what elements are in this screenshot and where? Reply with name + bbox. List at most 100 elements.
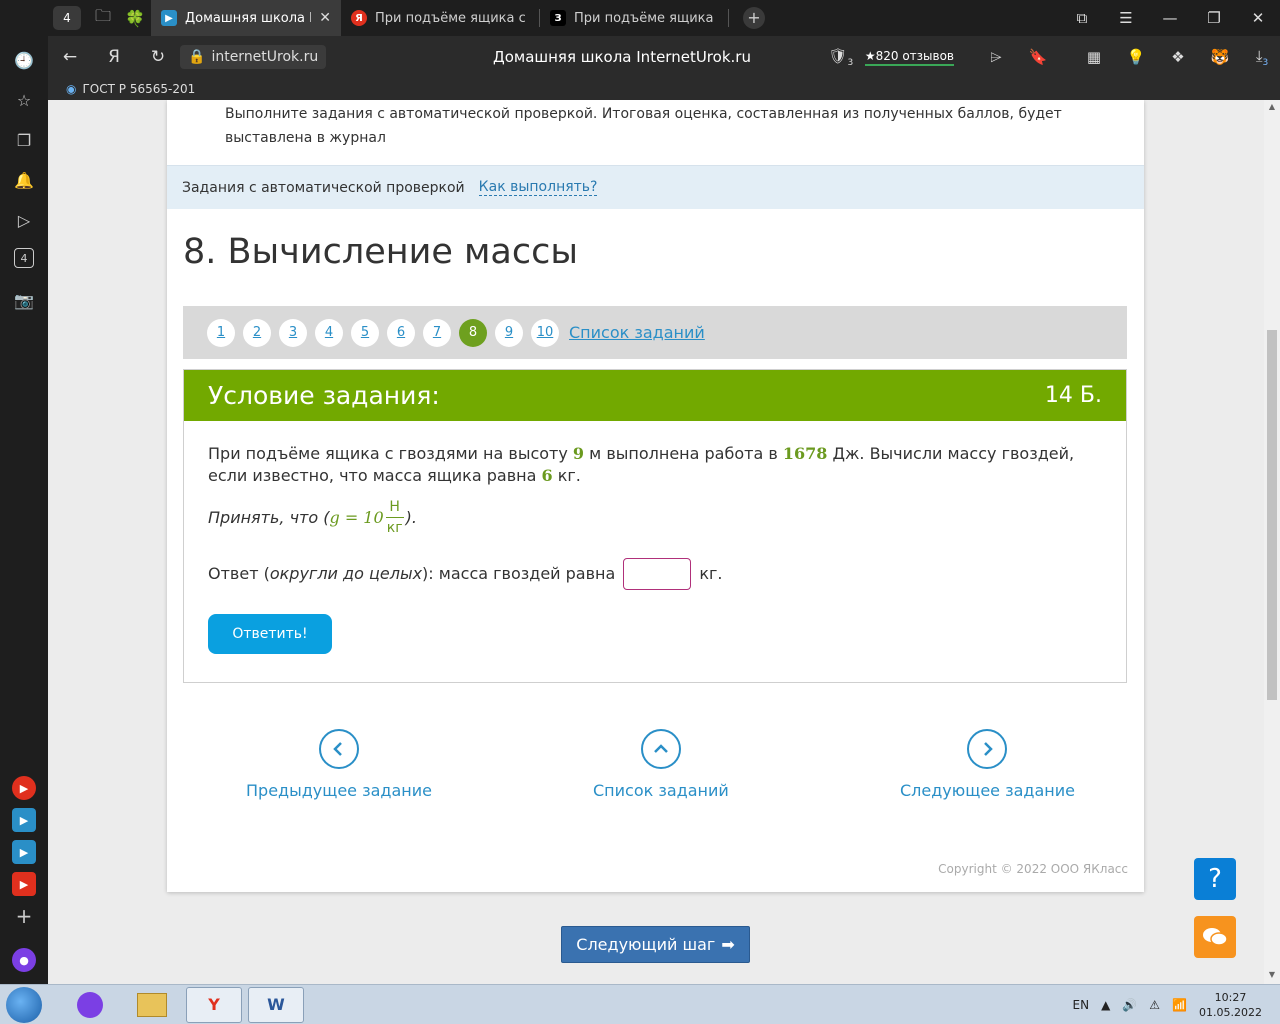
bookmarks-bar: ◉ ГОСТ Р 56565-201 bbox=[48, 78, 1280, 100]
yandex-browser-icon[interactable]: Y bbox=[186, 986, 242, 1023]
answer-input[interactable] bbox=[623, 558, 692, 590]
auto-check-label: Задания с автоматической проверкой bbox=[182, 179, 465, 196]
start-button[interactable] bbox=[6, 986, 42, 1023]
tab-internet-urok[interactable]: ▶ Домашняя школа Inter ✕ bbox=[151, 0, 341, 36]
system-tray: EN ▲ 🔊 ⚠ 📶 10:27 01.05.2022 bbox=[1073, 990, 1280, 1020]
page-title-display: Домашняя школа InternetUrok.ru bbox=[493, 48, 751, 66]
bookmark-icon[interactable]: 🔖 bbox=[1020, 48, 1056, 66]
signal-bars-icon[interactable]: 📶 bbox=[1172, 998, 1187, 1012]
next-task-link[interactable]: Следующее задание bbox=[900, 729, 1075, 800]
internet-urok-app-icon[interactable]: ▶ bbox=[12, 808, 36, 832]
url-field[interactable]: 🔒 internetUrok.ru bbox=[180, 45, 327, 69]
network-warning-icon[interactable]: ⚠ bbox=[1149, 998, 1160, 1012]
chat-bubbles-icon bbox=[1203, 928, 1228, 946]
close-icon[interactable]: ✕ bbox=[319, 10, 331, 26]
page-scrollbar[interactable]: ▲ ▼ bbox=[1264, 100, 1280, 984]
hint-text: Принять, что ( g = 10 Н кг ). bbox=[208, 499, 417, 536]
youtube-icon[interactable]: ▶ bbox=[12, 872, 36, 896]
task-number-nav: 1 2 3 4 5 6 7 8 9 10 Список заданий bbox=[183, 306, 1127, 359]
download-icon[interactable]: ⤓3 bbox=[1244, 47, 1280, 68]
profile-avatar-icon[interactable]: 🐯 bbox=[1202, 48, 1238, 66]
clock[interactable]: 10:27 01.05.2022 bbox=[1199, 990, 1262, 1020]
reload-icon[interactable]: ↻ bbox=[136, 47, 180, 67]
pinned-tab-icon[interactable]: 🍀 bbox=[119, 9, 151, 28]
arrow-right-icon: ➡ bbox=[721, 935, 735, 954]
task-list-nav-link[interactable]: Список заданий bbox=[593, 729, 729, 800]
task-box: Условие задания: 14 Б. При подъёме ящика… bbox=[183, 369, 1127, 683]
word-icon[interactable]: W bbox=[248, 986, 304, 1023]
protect-shield-icon[interactable]: 🛡3 bbox=[823, 47, 859, 68]
task-number-1[interactable]: 1 bbox=[207, 318, 235, 347]
history-icon[interactable]: 🕘 bbox=[12, 48, 36, 72]
task-number-6[interactable]: 6 bbox=[387, 318, 415, 347]
task-number-4[interactable]: 4 bbox=[315, 318, 343, 347]
submit-answer-button[interactable]: Ответить! bbox=[208, 614, 332, 654]
alice-taskbar-icon[interactable] bbox=[62, 987, 118, 1023]
volume-icon[interactable]: 🔊 bbox=[1122, 998, 1137, 1012]
chevron-left-icon bbox=[318, 729, 359, 769]
help-button[interactable]: ? bbox=[1194, 858, 1236, 900]
new-tab-plus-icon[interactable]: + bbox=[743, 7, 765, 29]
add-panel-icon[interactable]: + bbox=[12, 904, 36, 928]
answer-row: Ответ (округли до целых): масса гвоздей … bbox=[208, 558, 1102, 590]
task-list-link[interactable]: Список заданий bbox=[569, 323, 705, 342]
chat-button[interactable] bbox=[1194, 916, 1236, 958]
tab-znanija[interactable]: З При подъёме ящика с гво bbox=[540, 0, 728, 36]
screenshot-camera-icon[interactable]: 📷 bbox=[12, 288, 36, 312]
windows-taskbar: Y W EN ▲ 🔊 ⚠ 📶 10:27 01.05.2022 bbox=[0, 984, 1280, 1024]
yandex-logo-icon[interactable]: Я bbox=[92, 47, 136, 67]
favorites-star-icon[interactable]: ☆ bbox=[12, 88, 36, 112]
auto-check-bar: Задания с автоматической проверкой Как в… bbox=[167, 165, 1144, 209]
task-number-2[interactable]: 2 bbox=[243, 318, 271, 347]
menu-hamburger-icon[interactable]: ☰ bbox=[1104, 9, 1148, 27]
task-number-8-active[interactable]: 8 bbox=[459, 318, 487, 347]
media-play-icon[interactable]: ▷ bbox=[12, 208, 36, 232]
bookmark-gost[interactable]: ГОСТ Р 56565-201 bbox=[82, 82, 195, 96]
task-number-7[interactable]: 7 bbox=[423, 318, 451, 347]
youtube-music-icon[interactable]: ▶ bbox=[12, 776, 36, 800]
task-header: Условие задания: 14 Б. bbox=[184, 370, 1126, 421]
scroll-down-arrow-icon[interactable]: ▼ bbox=[1264, 970, 1280, 979]
prev-task-link[interactable]: Предыдущее задание bbox=[246, 729, 432, 800]
internet-urok-favicon: ▶ bbox=[161, 10, 177, 26]
tab-bar: 4 🗀 🍀 ▶ Домашняя школа Inter ✕ Я При под… bbox=[0, 0, 1280, 36]
new-folder-icon[interactable]: 🗀 bbox=[87, 5, 119, 32]
tabs-collection-icon[interactable]: ❖ bbox=[1160, 48, 1196, 66]
scroll-thumb[interactable] bbox=[1267, 330, 1277, 700]
task-number-9[interactable]: 9 bbox=[495, 318, 523, 347]
collections-icon[interactable]: ❐ bbox=[12, 128, 36, 152]
back-arrow-icon[interactable]: ← bbox=[48, 47, 92, 67]
unit-fraction: Н кг bbox=[385, 499, 404, 536]
alice-assistant-icon[interactable]: ● bbox=[12, 948, 36, 972]
restore-icon[interactable]: ❐ bbox=[1192, 9, 1236, 27]
intro-text: Выполните задания с автоматической прове… bbox=[225, 106, 1062, 146]
tabs-sync-icon[interactable]: ⧉ bbox=[1060, 9, 1104, 27]
tray-expand-icon[interactable]: ▲ bbox=[1101, 998, 1110, 1012]
task-number-5[interactable]: 5 bbox=[351, 318, 379, 347]
chevron-up-icon bbox=[640, 729, 681, 769]
notifications-bell-icon[interactable]: 🔔 bbox=[12, 168, 36, 192]
file-explorer-icon[interactable] bbox=[124, 987, 180, 1023]
tab-title: При подъёме ящика с гво bbox=[375, 10, 529, 26]
task-number-3[interactable]: 3 bbox=[279, 318, 307, 347]
scroll-up-arrow-icon[interactable]: ▲ bbox=[1264, 102, 1280, 111]
extension-icon[interactable]: ▦ bbox=[1076, 48, 1112, 66]
problem-text: При подъёме ящика с гвоздями на высоту 9… bbox=[208, 444, 1075, 485]
reader-mode-icon[interactable]: ⌲ bbox=[978, 48, 1014, 66]
next-step-button[interactable]: Следующий шаг ➡ bbox=[561, 926, 750, 963]
tabs-badge[interactable]: 4 bbox=[14, 248, 34, 268]
close-window-icon[interactable]: ✕ bbox=[1236, 9, 1280, 27]
points-badge: 14 Б. bbox=[1044, 383, 1102, 408]
task-number-10[interactable]: 10 bbox=[531, 318, 559, 347]
minimize-icon[interactable]: — bbox=[1148, 9, 1192, 27]
internet-urok-app-icon-2[interactable]: ▶ bbox=[12, 840, 36, 864]
lightbulb-icon[interactable]: 💡 bbox=[1118, 48, 1154, 66]
tab-counter[interactable]: 4 bbox=[53, 6, 81, 30]
height-value: 9 bbox=[572, 444, 585, 463]
language-indicator[interactable]: EN bbox=[1073, 998, 1090, 1012]
lesson-card: Выполните задания с автоматической прове… bbox=[167, 100, 1144, 892]
chevron-right-icon bbox=[967, 729, 1008, 769]
tab-yandex-search[interactable]: Я При подъёме ящика с гво bbox=[341, 0, 539, 36]
how-to-link[interactable]: Как выполнять? bbox=[478, 179, 598, 196]
reviews-link[interactable]: ★820 отзывов bbox=[864, 49, 954, 66]
